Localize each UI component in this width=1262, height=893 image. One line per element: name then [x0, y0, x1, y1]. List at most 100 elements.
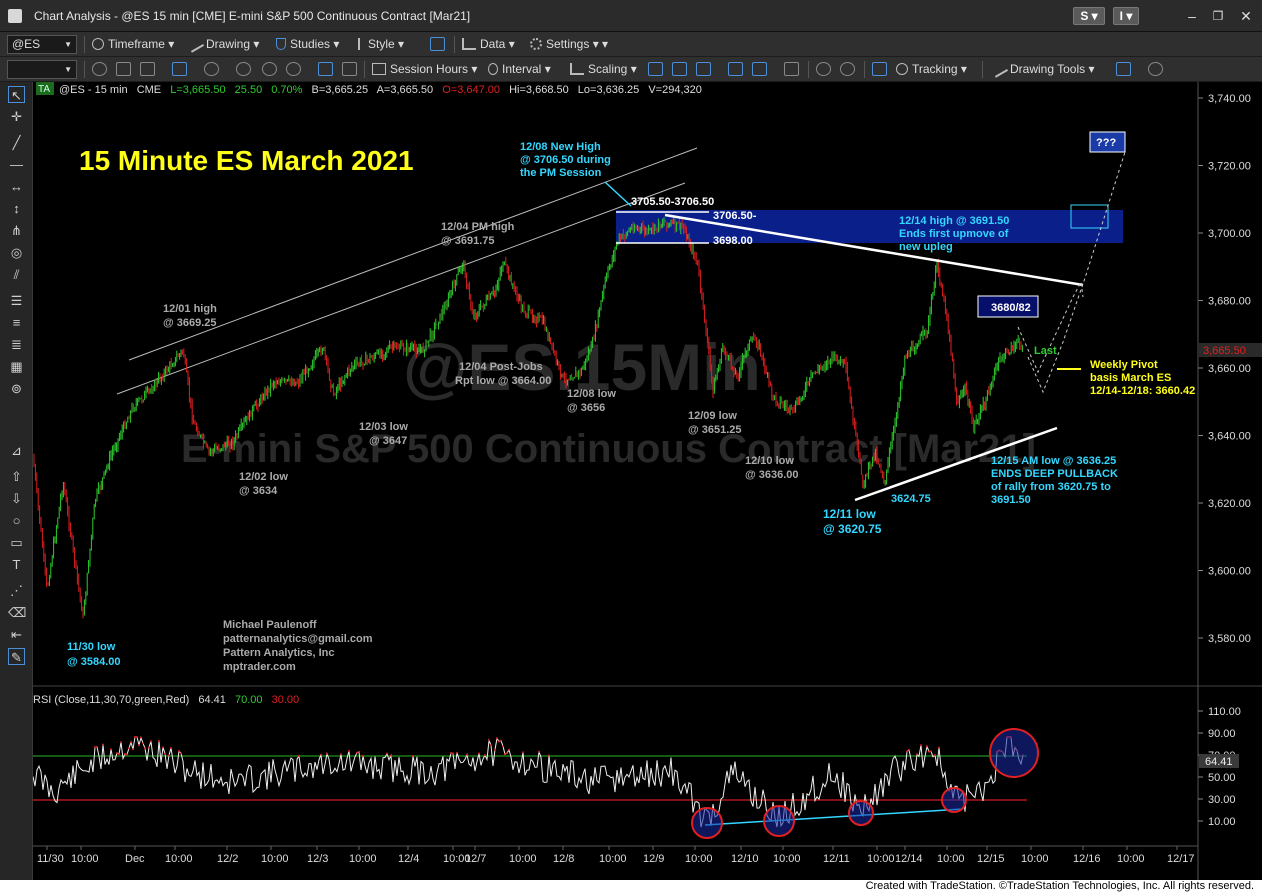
rsi-overbought-point [298, 755, 300, 757]
speed-line-tool-icon[interactable]: ⊿ [8, 442, 25, 459]
svg-text:3705.50-3706.50: 3705.50-3706.50 [631, 196, 714, 208]
ohlc-icon[interactable] [728, 62, 743, 76]
bar-chart-icon [462, 38, 476, 50]
rsi-overbought-point [450, 752, 452, 755]
rsi-overbought-point [502, 745, 504, 748]
format-icon[interactable] [318, 62, 333, 76]
gear-icon [530, 38, 542, 50]
grid-icon[interactable] [342, 62, 357, 76]
settings-menu[interactable]: Settings ▾ ▾ [530, 36, 608, 53]
svg-text:@ 3669.25: @ 3669.25 [163, 317, 217, 329]
arrow-up-tool-icon[interactable]: ⇧ [8, 468, 25, 485]
hlc-icon[interactable] [752, 62, 767, 76]
price-chart[interactable]: @ES.15Min E-mini S&P 500 Continuous Cont… [32, 82, 1262, 880]
fib-tool-icon[interactable]: ◎ [8, 244, 25, 261]
insert-icon[interactable] [172, 62, 187, 76]
zoom-out-icon[interactable] [840, 62, 855, 76]
arrow-down-tool-icon[interactable]: ⇩ [8, 490, 25, 507]
table-icon[interactable] [872, 62, 887, 76]
svg-text:new upleg: new upleg [899, 241, 953, 253]
bar-style-icon[interactable] [648, 62, 663, 76]
price-tick: 3,600.00 [1208, 566, 1251, 578]
horizontal-line-tool-icon[interactable]: — [8, 156, 25, 173]
drawing-tools-menu[interactable]: Drawing Tools ▾ [989, 60, 1095, 78]
target-3680-label: 3680/82 [991, 302, 1031, 314]
circle-tool-icon[interactable] [204, 62, 219, 76]
rectangle-tool-icon[interactable]: ▭ [8, 534, 25, 551]
last-price-label: 3,665.50 [1203, 345, 1246, 357]
vertical-line-tool-icon[interactable]: ↕ [8, 200, 25, 217]
ta-badge-label: TA [38, 84, 50, 95]
layout-icon[interactable] [430, 37, 445, 51]
studies-menu[interactable]: Studies ▾ [276, 36, 339, 53]
refresh-icon[interactable] [92, 62, 107, 76]
close-button[interactable]: ✕ [1234, 6, 1258, 26]
time-tick: 12/7 [465, 853, 486, 865]
trendline-tool-icon[interactable]: ╱ [8, 134, 25, 151]
ellipse-tool-icon[interactable]: ○ [8, 512, 25, 529]
rsi-overbought-point [164, 752, 166, 755]
tracking-menu[interactable]: Tracking ▾ [896, 61, 967, 78]
timeframe-menu[interactable]: Timeframe ▾ [92, 36, 174, 53]
horizontal-arrows-icon[interactable]: ↔ [8, 178, 25, 195]
chart-toolbar: ▼ Session Hours ▾ Interval ▾ Scaling ▾ T… [0, 57, 1262, 82]
session-hours-menu[interactable]: Session Hours ▾ [372, 61, 477, 78]
data-menu[interactable]: Data ▾ [462, 36, 515, 53]
price-tick: 3,580.00 [1208, 633, 1251, 645]
rsi-overbought-point [496, 737, 498, 740]
drawing-menu[interactable]: Drawing ▾ [185, 35, 259, 53]
grid-tool-icon[interactable]: ▦ [8, 358, 25, 375]
chart-type-icon[interactable] [116, 62, 131, 76]
extend-tool-icon[interactable]: ⇤ [8, 626, 25, 643]
export-icon[interactable] [1116, 62, 1131, 76]
rsi-overbought-point [390, 754, 392, 757]
rsi-overbought-point [908, 748, 910, 751]
retracement-tool-icon[interactable]: ≡ [8, 314, 25, 331]
pointer-tool-icon[interactable]: ↖ [8, 86, 25, 103]
i-link-button[interactable]: I ▾ [1113, 7, 1139, 25]
minimize-button[interactable]: – [1180, 6, 1204, 26]
app-icon [8, 9, 22, 23]
scaling-icon [570, 63, 584, 75]
hollow-candle-icon[interactable] [696, 62, 711, 76]
levels-tool-icon[interactable]: ☰ [8, 292, 25, 309]
window-icon[interactable] [140, 62, 155, 76]
interval-input[interactable]: ▼ [7, 60, 77, 79]
svg-text:3691.50: 3691.50 [991, 494, 1031, 506]
crosshair-tool-icon[interactable]: ✛ [8, 108, 25, 125]
channel-tool-icon[interactable]: ⫽ [8, 266, 25, 283]
zoom-in-icon[interactable] [816, 62, 831, 76]
s-link-button[interactable]: S ▾ [1073, 7, 1105, 25]
rsi-overbought-point [320, 753, 322, 756]
draw-mode-icon[interactable]: ✎ [8, 648, 25, 665]
fan-tool-icon[interactable]: ≣ [8, 336, 25, 353]
rsi-overbought-point [548, 754, 550, 757]
svg-text:@ 3691.75: @ 3691.75 [441, 235, 495, 247]
clock-icon [92, 38, 104, 50]
rsi-tick: 30.00 [1208, 794, 1236, 806]
rsi-value-tag: 64.41 [1205, 756, 1233, 768]
interval-menu[interactable]: Interval ▾ [488, 61, 551, 78]
rsi-overbought-point [158, 740, 160, 742]
chart-area[interactable]: @ES.15Min E-mini S&P 500 Continuous Cont… [32, 82, 1262, 880]
scaling-menu[interactable]: Scaling ▾ [570, 61, 637, 78]
chat-icon[interactable] [1148, 62, 1163, 76]
rsi-overbought-point [144, 747, 146, 750]
line-icon[interactable] [784, 62, 799, 76]
style-menu[interactable]: Style ▾ [358, 36, 404, 53]
eraser-tool-icon[interactable]: ⌫ [8, 604, 26, 621]
restore-button[interactable]: ❐ [1206, 6, 1230, 26]
svg-text:12/04 PM high: 12/04 PM high [441, 221, 515, 233]
pitchfork-tool-icon[interactable]: ⋔ [8, 222, 25, 239]
color-icon[interactable] [286, 62, 301, 76]
rsi-overbought-point [120, 741, 122, 744]
rsi-overbought-point [138, 744, 140, 747]
dashed-line-tool-icon[interactable]: ⋰ [8, 582, 25, 599]
target-icon[interactable] [262, 62, 277, 76]
symbol-input[interactable]: @ES ▼ [7, 35, 77, 54]
time-tick: 10:00 [1117, 853, 1145, 865]
cross-icon[interactable] [236, 62, 251, 76]
text-tool-icon[interactable]: T [8, 556, 25, 573]
cycle-tool-icon[interactable]: ⊚ [8, 380, 25, 397]
candle-icon[interactable] [672, 62, 687, 76]
